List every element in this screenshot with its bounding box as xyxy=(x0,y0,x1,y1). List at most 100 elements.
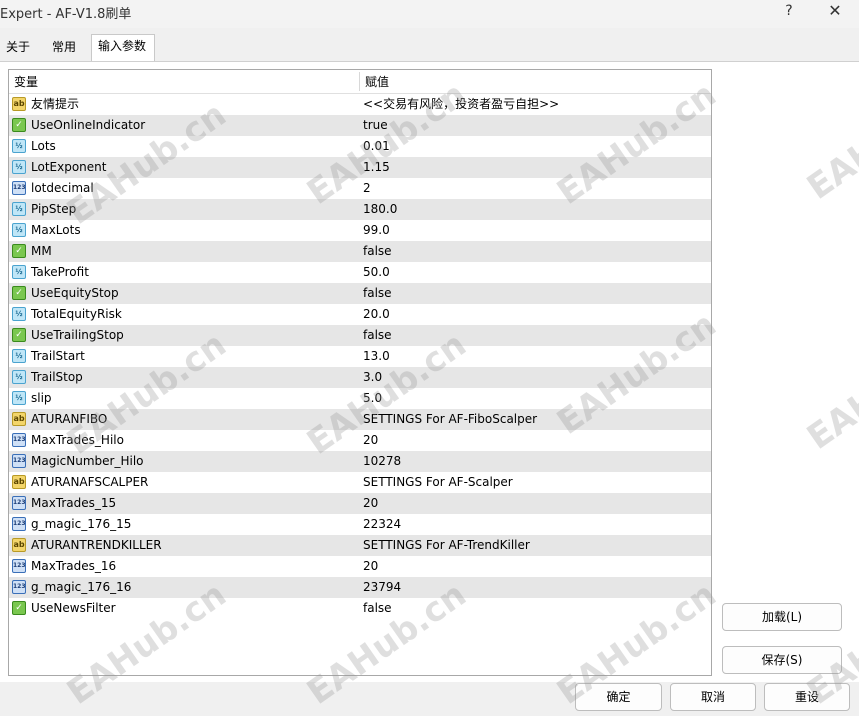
param-name: TotalEquityRisk xyxy=(31,307,122,321)
table-row[interactable]: ½ TotalEquityRisk 20.0 xyxy=(9,304,711,325)
double-type-icon: ½ xyxy=(12,391,26,405)
param-value[interactable]: 22324 xyxy=(363,514,401,535)
tab-about[interactable]: 关于 xyxy=(0,36,40,60)
param-name: UseOnlineIndicator xyxy=(31,118,146,132)
close-icon[interactable]: ✕ xyxy=(812,0,858,24)
table-row[interactable]: ½ MaxLots 99.0 xyxy=(9,220,711,241)
title-bar: Expert - AF-V1.8刷单 ? ✕ xyxy=(0,0,859,28)
cancel-button[interactable]: 取消 xyxy=(670,683,756,711)
param-name: MaxTrades_16 xyxy=(31,559,117,573)
table-row[interactable]: ½ PipStep 180.0 xyxy=(9,199,711,220)
param-name: g_magic_176_16 xyxy=(31,580,132,594)
column-header-variable[interactable]: 变量 xyxy=(14,70,38,93)
ok-button[interactable]: 确定 xyxy=(575,683,662,711)
table-row[interactable]: 123 MagicNumber_Hilo 10278 xyxy=(9,451,711,472)
bool-type-icon: ✓ xyxy=(12,244,26,258)
param-value[interactable]: 20 xyxy=(363,493,378,514)
column-header-value[interactable]: 赋值 xyxy=(365,70,389,93)
param-value[interactable]: 10278 xyxy=(363,451,401,472)
table-row[interactable]: ✓ MM false xyxy=(9,241,711,262)
table-row[interactable]: 123 g_magic_176_16 23794 xyxy=(9,577,711,598)
table-row[interactable]: ½ TakeProfit 50.0 xyxy=(9,262,711,283)
param-value[interactable]: SETTINGS For AF-FiboScalper xyxy=(363,409,537,430)
table-row[interactable]: ½ LotExponent 1.15 xyxy=(9,157,711,178)
param-name: lotdecimal xyxy=(31,181,94,195)
string-type-icon: ab xyxy=(12,475,26,489)
double-type-icon: ½ xyxy=(12,265,26,279)
column-divider[interactable] xyxy=(359,72,360,91)
param-name: MaxTrades_Hilo xyxy=(31,433,124,447)
param-value[interactable]: 20 xyxy=(363,430,378,451)
param-value[interactable]: 3.0 xyxy=(363,367,382,388)
param-name: UseNewsFilter xyxy=(31,601,116,615)
integer-type-icon: 123 xyxy=(12,580,26,594)
double-type-icon: ½ xyxy=(12,370,26,384)
table-row[interactable]: ✓ UseTrailingStop false xyxy=(9,325,711,346)
tab-inputs[interactable]: 输入参数 xyxy=(91,34,155,62)
param-name: ATURANFIBO xyxy=(31,412,108,426)
table-row[interactable]: ab 友情提示 <<交易有风险，投资者盈亏自担>> xyxy=(9,94,711,115)
param-value[interactable]: SETTINGS For AF-Scalper xyxy=(363,472,513,493)
param-value[interactable]: <<交易有风险，投资者盈亏自担>> xyxy=(363,94,559,115)
param-value[interactable]: false xyxy=(363,283,392,304)
table-row[interactable]: ✓ UseNewsFilter false xyxy=(9,598,711,619)
param-value[interactable]: false xyxy=(363,241,392,262)
grid-rows: ab 友情提示 <<交易有风险，投资者盈亏自担>> ✓ UseOnlineIndicat… xyxy=(9,94,711,619)
table-row[interactable]: ab ATURANTRENDKILLER SETTINGS For AF-Trend… xyxy=(9,535,711,556)
table-row[interactable]: 123 MaxTrades_15 20 xyxy=(9,493,711,514)
table-row[interactable]: 123 MaxTrades_16 20 xyxy=(9,556,711,577)
load-button[interactable]: 加载(L) xyxy=(722,603,842,631)
table-row[interactable]: ½ TrailStop 3.0 xyxy=(9,367,711,388)
table-row[interactable]: 123 MaxTrades_Hilo 20 xyxy=(9,430,711,451)
param-name: UseTrailingStop xyxy=(31,328,124,342)
param-value[interactable]: false xyxy=(363,598,392,619)
param-value[interactable]: false xyxy=(363,325,392,346)
param-value[interactable]: 99.0 xyxy=(363,220,390,241)
param-value[interactable]: 13.0 xyxy=(363,346,390,367)
tab-common[interactable]: 常用 xyxy=(46,36,90,60)
param-name: UseEquityStop xyxy=(31,286,119,300)
param-value[interactable]: 50.0 xyxy=(363,262,390,283)
integer-type-icon: 123 xyxy=(12,517,26,531)
reset-button[interactable]: 重设 xyxy=(764,683,850,711)
save-button[interactable]: 保存(S) xyxy=(722,646,842,674)
integer-type-icon: 123 xyxy=(12,454,26,468)
table-row[interactable]: ½ TrailStart 13.0 xyxy=(9,346,711,367)
double-type-icon: ½ xyxy=(12,160,26,174)
window-title: Expert - AF-V1.8刷单 xyxy=(0,7,132,22)
table-row[interactable]: 123 lotdecimal 2 xyxy=(9,178,711,199)
integer-type-icon: 123 xyxy=(12,496,26,510)
param-name: PipStep xyxy=(31,202,77,216)
param-value[interactable]: 20 xyxy=(363,556,378,577)
table-row[interactable]: ab ATURANFIBO SETTINGS For AF-FiboScalper xyxy=(9,409,711,430)
double-type-icon: ½ xyxy=(12,307,26,321)
double-type-icon: ½ xyxy=(12,202,26,216)
param-value[interactable]: 5.0 xyxy=(363,388,382,409)
param-value[interactable]: 1.15 xyxy=(363,157,390,178)
integer-type-icon: 123 xyxy=(12,181,26,195)
integer-type-icon: 123 xyxy=(12,559,26,573)
table-row[interactable]: ✓ UseEquityStop false xyxy=(9,283,711,304)
param-value[interactable]: true xyxy=(363,115,388,136)
table-row[interactable]: 123 g_magic_176_15 22324 xyxy=(9,514,711,535)
help-icon[interactable]: ? xyxy=(766,0,812,24)
param-name: Lots xyxy=(31,139,56,153)
bool-type-icon: ✓ xyxy=(12,286,26,300)
param-name: LotExponent xyxy=(31,160,107,174)
param-value[interactable]: 2 xyxy=(363,178,371,199)
table-row[interactable]: ab ATURANAFSCALPER SETTINGS For AF-Scalper xyxy=(9,472,711,493)
param-name: ATURANTRENDKILLER xyxy=(31,538,162,552)
parameters-grid[interactable]: 变量 赋值 ab 友情提示 <<交易有风险，投资者盈亏自担>> ✓ UseOnlineI… xyxy=(8,69,712,676)
param-name: MaxLots xyxy=(31,223,81,237)
bool-type-icon: ✓ xyxy=(12,118,26,132)
param-name: 友情提示 xyxy=(31,97,80,111)
param-name: MM xyxy=(31,244,52,258)
table-row[interactable]: ½ Lots 0.01 xyxy=(9,136,711,157)
table-row[interactable]: ½ slip 5.0 xyxy=(9,388,711,409)
param-value[interactable]: 20.0 xyxy=(363,304,390,325)
param-value[interactable]: 180.0 xyxy=(363,199,397,220)
table-row[interactable]: ✓ UseOnlineIndicator true xyxy=(9,115,711,136)
param-value[interactable]: SETTINGS For AF-TrendKiller xyxy=(363,535,530,556)
param-value[interactable]: 0.01 xyxy=(363,136,390,157)
param-value[interactable]: 23794 xyxy=(363,577,401,598)
